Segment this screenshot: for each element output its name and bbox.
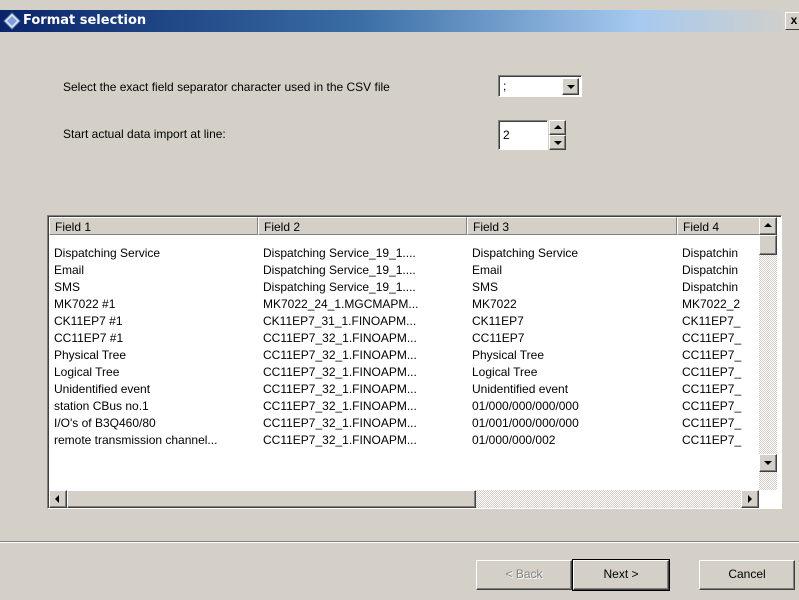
- arrow-down-icon: [554, 141, 562, 145]
- start-line-value: 2: [503, 128, 510, 142]
- table-cell: CK11EP7: [472, 314, 524, 328]
- column-header[interactable]: Field 3: [467, 217, 677, 235]
- table-row[interactable]: Logical Tree CC11EP7_32_1.FINOAPM... Log…: [49, 363, 758, 380]
- window-title: Format selection: [23, 13, 147, 28]
- table-cell: MK7022_24_1.MGCMAPM...: [263, 297, 419, 311]
- chevron-down-icon: [567, 85, 575, 89]
- table-cell: CK11EP7_31_1.FINOAPM...: [263, 314, 417, 328]
- table-cell: CC11EP7_: [682, 382, 742, 396]
- table-cell: SMS: [472, 280, 499, 294]
- table-cell: MK7022 #1: [54, 297, 116, 311]
- table-cell: CC11EP7_32_1.FINOAPM...: [263, 348, 417, 362]
- table-cell: CK11EP7 #1: [54, 314, 123, 328]
- table-cell: CC11EP7_: [682, 348, 742, 362]
- scroll-left-button[interactable]: [49, 490, 67, 508]
- table-row[interactable]: CK11EP7 #1 CK11EP7_31_1.FINOAPM... CK11E…: [49, 312, 758, 329]
- table-cell: 01/000/000/000/000: [472, 399, 579, 413]
- table-row[interactable]: station CBus no.1 CC11EP7_32_1.FINOAPM..…: [49, 397, 758, 414]
- scroll-down-button[interactable]: [759, 454, 777, 472]
- spin-down-button[interactable]: [549, 135, 566, 150]
- spin-up-button[interactable]: [549, 120, 566, 135]
- table-cell: Unidentified event: [472, 382, 569, 396]
- scroll-right-button[interactable]: [741, 490, 759, 508]
- table-cell: Physical Tree: [472, 348, 545, 362]
- grid-body: Dispatching Service Dispatching Service_…: [49, 236, 758, 496]
- scroll-up-button[interactable]: [759, 217, 777, 235]
- separator-dropdown[interactable]: ;: [498, 75, 582, 97]
- table-cell: I/O's of B3Q460/80: [54, 416, 156, 430]
- app-icon: [3, 12, 21, 30]
- dropdown-arrow-button[interactable]: [562, 78, 579, 95]
- table-cell: Dispatchin: [682, 280, 739, 294]
- next-button[interactable]: Next >: [572, 559, 670, 591]
- arrow-right-icon: [748, 495, 752, 503]
- grid-header: Field 1 Field 2 Field 3 Field 4: [49, 217, 767, 235]
- table-row[interactable]: Unidentified event CC11EP7_32_1.FINOAPM.…: [49, 380, 758, 397]
- table-cell: CC11EP7_32_1.FINOAPM...: [263, 331, 417, 345]
- table-row[interactable]: remote transmission channel... CC11EP7_3…: [49, 431, 758, 448]
- table-cell: CC11EP7_32_1.FINOAPM...: [263, 382, 417, 396]
- table-row[interactable]: MK7022 #1 MK7022_24_1.MGCMAPM... MK7022 …: [49, 295, 758, 312]
- table-row[interactable]: CC11EP7 #1 CC11EP7_32_1.FINOAPM... CC11E…: [49, 329, 758, 346]
- arrow-left-icon: [55, 495, 59, 503]
- table-cell: CC11EP7 #1: [54, 331, 124, 345]
- table-cell: CK11EP7_: [682, 314, 741, 328]
- column-header[interactable]: Field 4: [677, 217, 767, 235]
- table-cell: SMS: [54, 280, 81, 294]
- table-cell: Dispatchin: [682, 246, 739, 260]
- separator-label: Select the exact field separator charact…: [63, 80, 390, 94]
- horizontal-scrollbar[interactable]: [49, 490, 759, 508]
- title-bar: Format selection x: [0, 0, 799, 34]
- separator-value: ;: [503, 79, 507, 93]
- table-cell: Dispatching Service_19_1....: [263, 263, 416, 277]
- table-cell: Logical Tree: [54, 365, 120, 379]
- table-cell: CC11EP7_: [682, 416, 742, 430]
- column-header[interactable]: Field 2: [258, 217, 467, 235]
- table-cell: Logical Tree: [472, 365, 538, 379]
- cancel-button[interactable]: Cancel: [699, 560, 795, 590]
- table-cell: MK7022_2: [682, 297, 741, 311]
- table-cell: CC11EP7_32_1.FINOAPM...: [263, 399, 417, 413]
- arrow-down-icon: [764, 461, 772, 465]
- divider: [0, 542, 799, 543]
- table-cell: remote transmission channel...: [54, 433, 218, 447]
- table-cell: CC11EP7_: [682, 365, 742, 379]
- table-cell: Email: [54, 263, 85, 277]
- column-header[interactable]: Field 1: [49, 217, 258, 235]
- table-cell: 01/000/000/002: [472, 433, 556, 447]
- table-cell: CC11EP7_: [682, 399, 742, 413]
- table-row[interactable]: Dispatching Service Dispatching Service_…: [49, 244, 758, 261]
- table-cell: Dispatching Service_19_1....: [263, 280, 416, 294]
- close-button[interactable]: x: [785, 12, 799, 30]
- table-cell: MK7022: [472, 297, 517, 311]
- table-cell: Email: [472, 263, 503, 277]
- table-cell: Dispatching Service_19_1....: [263, 246, 416, 260]
- vertical-scrollbar[interactable]: [759, 217, 777, 490]
- scrollbar-thumb[interactable]: [759, 235, 777, 255]
- start-line-input[interactable]: 2: [498, 120, 548, 150]
- arrow-up-icon: [764, 223, 772, 227]
- table-cell: Unidentified event: [54, 382, 151, 396]
- table-cell: CC11EP7_: [682, 331, 742, 345]
- table-cell: Dispatching Service: [472, 246, 579, 260]
- data-preview-grid[interactable]: Field 1 Field 2 Field 3 Field 4 Dispatch…: [47, 215, 782, 509]
- table-cell: station CBus no.1: [54, 399, 149, 413]
- arrow-up-icon: [554, 125, 562, 129]
- table-cell: CC11EP7_32_1.FINOAPM...: [263, 365, 417, 379]
- table-cell: CC11EP7_32_1.FINOAPM...: [263, 433, 417, 447]
- table-cell: Physical Tree: [54, 348, 127, 362]
- table-cell: CC11EP7_32_1.FINOAPM...: [263, 416, 417, 430]
- table-cell: Dispatchin: [682, 263, 739, 277]
- scrollbar-thumb[interactable]: [67, 490, 476, 508]
- table-cell: CC11EP7_: [682, 433, 742, 447]
- back-button[interactable]: < Back: [476, 560, 572, 590]
- table-row[interactable]: Physical Tree CC11EP7_32_1.FINOAPM... Ph…: [49, 346, 758, 363]
- table-row[interactable]: I/O's of B3Q460/80 CC11EP7_32_1.FINOAPM.…: [49, 414, 758, 431]
- table-cell: 01/001/000/000/000: [472, 416, 579, 430]
- table-row[interactable]: SMS Dispatching Service_19_1.... SMS Dis…: [49, 278, 758, 295]
- start-line-label: Start actual data import at line:: [63, 127, 226, 141]
- table-row[interactable]: Email Dispatching Service_19_1.... Email…: [49, 261, 758, 278]
- table-cell: CC11EP7: [472, 331, 525, 345]
- table-cell: Dispatching Service: [54, 246, 161, 260]
